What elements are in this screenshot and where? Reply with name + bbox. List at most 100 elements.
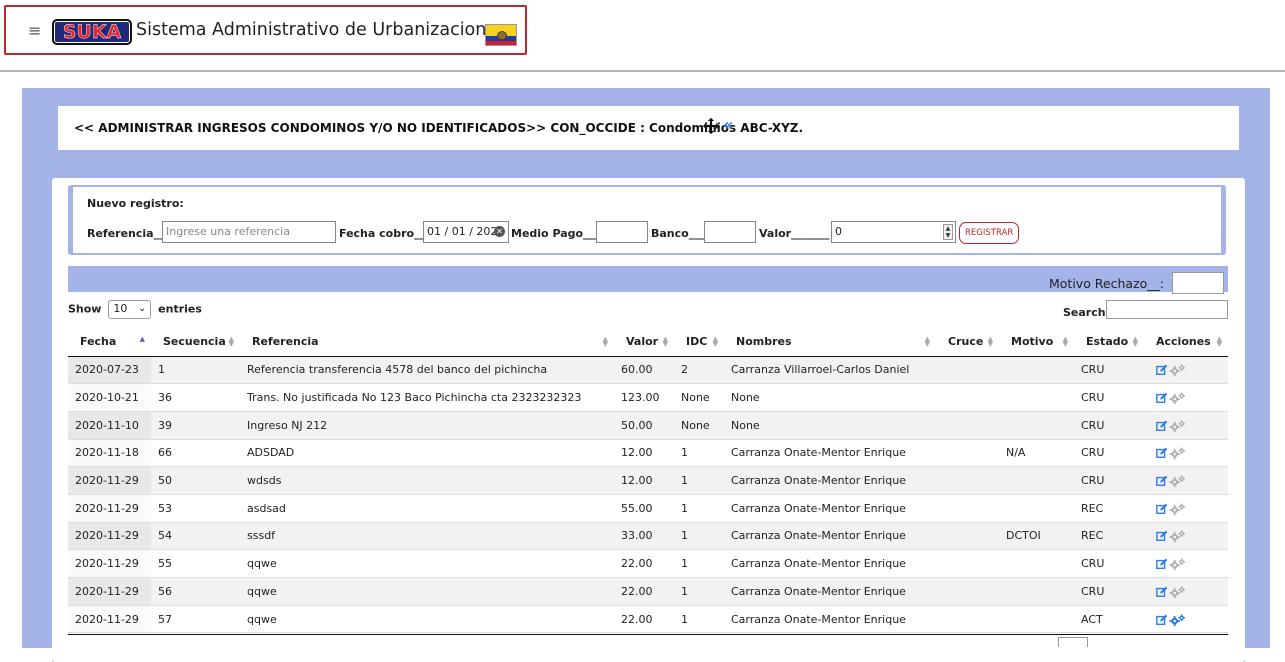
cell-nombres: Carranza Onate-Mentor Enrique bbox=[724, 439, 936, 468]
table-row[interactable]: 2020-11-29 57 qqwe 22.00 1 Carranza Onate-Men… bbox=[68, 605, 1228, 634]
valor-input[interactable]: 0 ▲ ▼ bbox=[831, 221, 956, 243]
medio-pago-input[interactable] bbox=[596, 221, 648, 243]
gears-icon[interactable] bbox=[1169, 558, 1186, 571]
edit-icon[interactable] bbox=[1156, 475, 1168, 487]
cell-valor: 60.00 bbox=[614, 356, 674, 385]
content-body: Nuevo registro: Referencia___: Ingrese u… bbox=[52, 178, 1245, 662]
edit-icon[interactable] bbox=[1156, 503, 1168, 515]
filter-strip: Motivo Rechazo__: bbox=[68, 266, 1228, 294]
cell-cruce bbox=[936, 383, 999, 412]
cell-nombres: Carranza Onate-Mentor Enrique bbox=[724, 522, 936, 551]
cell-acciones bbox=[1144, 549, 1228, 578]
hamburger-icon[interactable]: ≡ bbox=[28, 21, 41, 40]
gears-icon[interactable] bbox=[1169, 586, 1186, 599]
edit-icon[interactable] bbox=[1156, 530, 1168, 542]
cell-idc: None bbox=[674, 411, 724, 440]
registrar-button[interactable]: REGISTRAR bbox=[959, 222, 1020, 244]
column-header-motivo[interactable]: Motivo ▲ ▼ bbox=[999, 328, 1074, 357]
brand-box: ≡ SUKA Sistema Administrativo de Urbaniz… bbox=[4, 5, 527, 55]
double-chevron-left-icon[interactable]: « bbox=[723, 116, 733, 134]
cell-valor: 12.00 bbox=[614, 439, 674, 468]
entries-select[interactable]: 10 ⌄ bbox=[108, 300, 152, 319]
gears-icon[interactable] bbox=[1169, 447, 1186, 460]
cell-valor: 123.00 bbox=[614, 383, 674, 412]
cell-estado: REC bbox=[1074, 494, 1144, 523]
move-icon[interactable] bbox=[702, 117, 720, 135]
ecuador-flag-icon bbox=[485, 24, 517, 46]
edit-icon[interactable] bbox=[1156, 392, 1168, 404]
column-header-valor[interactable]: Valor ▲ ▼ bbox=[614, 328, 674, 357]
motivo-rechazo-label: Motivo Rechazo__: bbox=[1048, 276, 1164, 291]
ingresos-table: Fecha ▲ Secuencia ▲ ▼ Referencia ▲ ▼ Valor ▲ ▼ … bbox=[68, 328, 1228, 634]
column-header-secuencia[interactable]: Secuencia ▲ ▼ bbox=[151, 328, 240, 357]
number-spinner-icon[interactable]: ▲ ▼ bbox=[943, 224, 953, 240]
cell-acciones bbox=[1144, 383, 1228, 412]
column-header-estado[interactable]: Estado ▲ ▼ bbox=[1074, 328, 1144, 357]
column-header-idc[interactable]: IDC ▲ ▼ bbox=[674, 328, 724, 357]
cell-motivo bbox=[999, 494, 1074, 523]
cell-idc: 1 bbox=[674, 577, 724, 606]
table-row[interactable]: 2020-11-29 54 sssdf 33.00 1 Carranza Onate-Me… bbox=[68, 522, 1228, 551]
cell-fecha: 2020-11-29 bbox=[68, 577, 151, 606]
gears-icon[interactable] bbox=[1169, 530, 1186, 543]
column-header-nombres[interactable]: Nombres ▲ ▼ bbox=[724, 328, 936, 357]
cell-valor: 55.00 bbox=[614, 494, 674, 523]
cell-acciones bbox=[1144, 605, 1228, 634]
pagination-box[interactable] bbox=[1058, 637, 1088, 647]
cell-fecha: 2020-11-18 bbox=[68, 439, 151, 468]
cell-cruce bbox=[936, 494, 999, 523]
cell-cruce bbox=[936, 356, 999, 385]
edit-icon[interactable] bbox=[1156, 586, 1168, 598]
edit-icon[interactable] bbox=[1156, 558, 1168, 570]
fecha-cobro-label: Fecha cobro___: bbox=[339, 227, 435, 240]
table-row[interactable]: 2020-11-29 50 wdsds 12.00 1 Carranza Onate-Me… bbox=[68, 466, 1228, 495]
content-card: Nuevo registro: Referencia___: Ingrese u… bbox=[52, 162, 1245, 662]
medio-pago-label: Medio Pago___: bbox=[511, 227, 604, 240]
cell-idc: 1 bbox=[674, 549, 724, 578]
table-row[interactable]: 2020-11-18 66 ADSDAD 12.00 1 Carranza Onate-M… bbox=[68, 439, 1228, 468]
motivo-rechazo-input[interactable] bbox=[1172, 272, 1224, 294]
cell-cruce bbox=[936, 549, 999, 578]
table-row[interactable]: 2020-11-29 53 asdsad 55.00 1 Carranza Onate-M… bbox=[68, 494, 1228, 523]
cell-cruce bbox=[936, 466, 999, 495]
edit-icon[interactable] bbox=[1156, 447, 1168, 459]
gears-icon[interactable] bbox=[1169, 392, 1186, 405]
cell-cruce bbox=[936, 439, 999, 468]
cell-cruce bbox=[936, 411, 999, 440]
gears-icon[interactable] bbox=[1169, 420, 1186, 432]
table-row[interactable]: 2020-11-10 39 Ingreso NJ 212 50.00 None None C… bbox=[68, 411, 1228, 440]
column-header-fecha[interactable]: Fecha ▲ bbox=[68, 328, 151, 357]
table-row[interactable]: 2020-11-29 55 qqwe 22.00 1 Carranza Onate-Men… bbox=[68, 549, 1228, 578]
search-input[interactable] bbox=[1106, 300, 1228, 319]
gears-icon[interactable] bbox=[1169, 364, 1186, 377]
cell-cruce bbox=[936, 605, 999, 634]
search-label: Search: bbox=[1063, 306, 1110, 319]
gears-icon[interactable] bbox=[1169, 503, 1186, 516]
chevron-down-icon: ⌄ bbox=[137, 303, 147, 314]
table-row[interactable]: 2020-07-23 1 Referencia transferencia 4578… bbox=[68, 356, 1228, 385]
table-row[interactable]: 2020-11-29 56 qqwe 22.00 1 Carranza Onate-Men… bbox=[68, 577, 1228, 606]
table-bottom-border bbox=[68, 634, 1228, 635]
suka-logo: SUKA bbox=[52, 19, 132, 45]
table-row[interactable]: 2020-10-21 36 Trans. No justificada No 123… bbox=[68, 383, 1228, 412]
clear-date-icon[interactable]: ✕ bbox=[494, 226, 505, 237]
banco-input[interactable] bbox=[704, 221, 756, 243]
column-header-referencia[interactable]: Referencia ▲ ▼ bbox=[240, 328, 614, 357]
cell-acciones bbox=[1144, 494, 1228, 523]
cell-valor: 50.00 bbox=[614, 411, 674, 440]
cell-motivo bbox=[999, 605, 1074, 634]
gears-icon[interactable] bbox=[1169, 614, 1186, 626]
edit-icon[interactable] bbox=[1156, 614, 1168, 626]
cell-nombres: Carranza Onate-Mentor Enrique bbox=[724, 466, 936, 495]
fecha-cobro-input[interactable]: 01 / 01 / 2021 ✕ bbox=[423, 221, 509, 243]
edit-icon[interactable] bbox=[1156, 364, 1168, 376]
cell-acciones bbox=[1144, 522, 1228, 551]
cell-motivo bbox=[999, 577, 1074, 606]
referencia-input[interactable]: Ingrese una referencia bbox=[162, 221, 336, 243]
cell-referencia: Referencia transferencia 4578 del banco … bbox=[240, 356, 614, 385]
column-header-acciones[interactable]: Acciones ▲ ▼ bbox=[1144, 328, 1228, 357]
column-header-cruce[interactable]: Cruce ▲ ▼ bbox=[936, 328, 999, 357]
gears-icon[interactable] bbox=[1169, 475, 1186, 488]
cell-nombres: None bbox=[724, 383, 936, 412]
edit-icon[interactable] bbox=[1156, 420, 1168, 432]
